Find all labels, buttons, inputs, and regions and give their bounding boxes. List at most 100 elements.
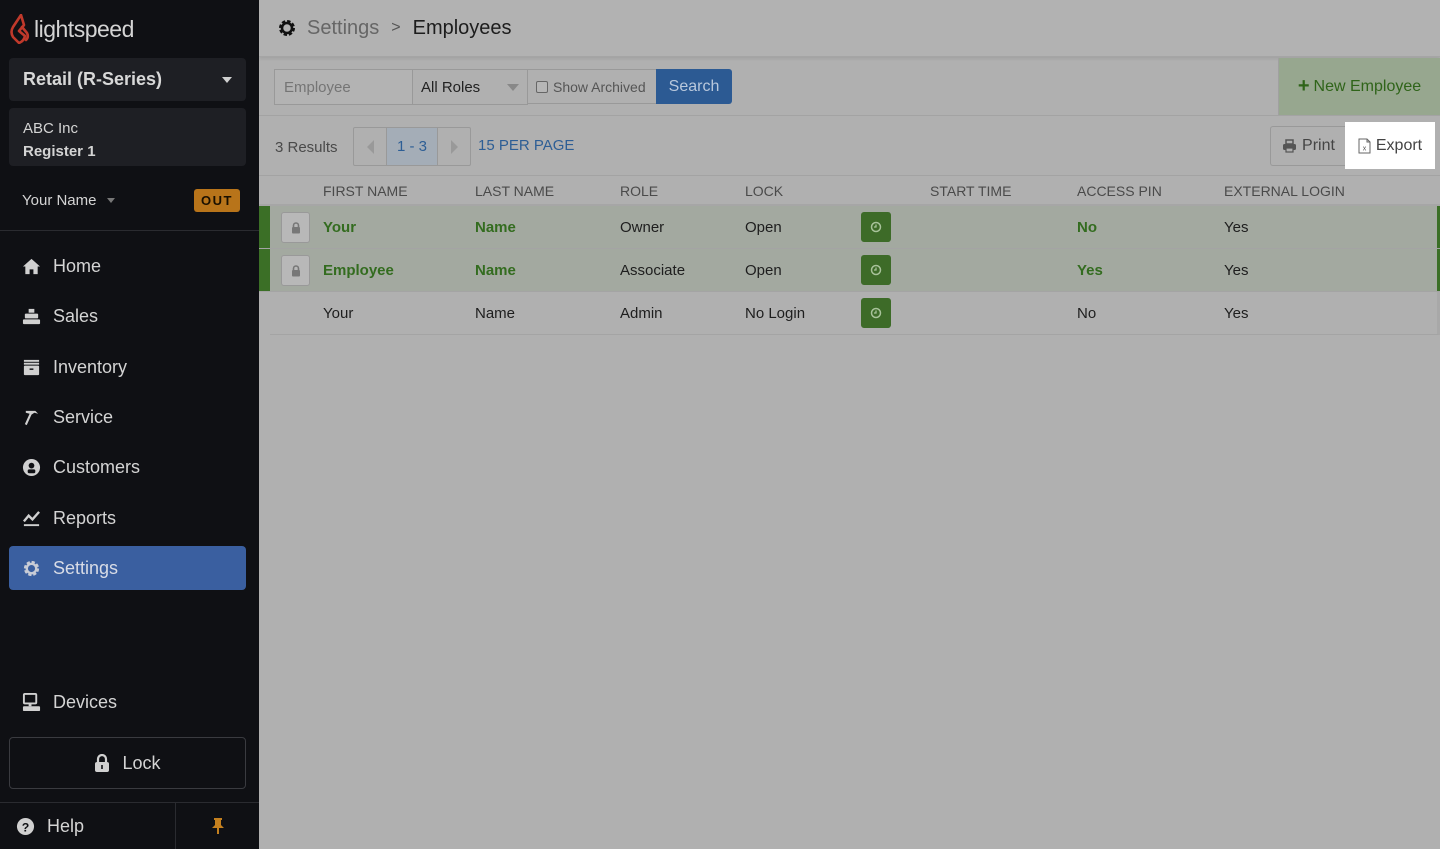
new-employee-label: New Employee (1313, 77, 1422, 95)
access-pin: Yes (1077, 261, 1103, 279)
user-menu[interactable]: Your Name (22, 192, 115, 209)
last-name: Name (475, 304, 516, 322)
nav-service[interactable]: Service (9, 395, 246, 439)
nav-label: Devices (53, 691, 118, 712)
role: Associate (620, 261, 686, 279)
lock-button[interactable]: Lock (9, 737, 246, 789)
nav-reports[interactable]: Reports (9, 496, 246, 540)
first-name: Your (323, 304, 354, 322)
lock-label: Lock (122, 752, 161, 773)
chevron-down-icon (507, 83, 519, 91)
register-name: Register 1 (23, 143, 96, 160)
nav-label: Inventory (53, 356, 128, 377)
user-row: Your Name OUT (22, 188, 240, 212)
roles-select-value: All Roles (421, 78, 481, 96)
lock-status: Open (745, 218, 782, 236)
column-last-name[interactable]: LAST NAME (475, 183, 554, 199)
per-page-link[interactable]: 15 PER PAGE (478, 137, 574, 154)
home-icon (22, 258, 41, 274)
register-icon (22, 308, 41, 324)
chevron-down-icon (222, 76, 232, 83)
show-archived-checkbox[interactable] (536, 80, 548, 93)
print-label: Print (1302, 137, 1335, 154)
lock-status: Open (745, 261, 782, 279)
table-row[interactable]: Employee Name Associate Open Yes Yes (259, 249, 1440, 292)
export-label: Export (1375, 136, 1423, 154)
clock-status-badge[interactable]: OUT (194, 188, 240, 212)
table-header: FIRST NAME LAST NAME ROLE LOCK START TIM… (259, 177, 1440, 206)
user-name: Your Name (22, 191, 97, 209)
show-archived-label: Show Archived (553, 78, 646, 95)
employee-search-input[interactable] (274, 69, 413, 105)
main-content: Settings > Employees All Roles Show Arch… (259, 0, 1440, 849)
access-pin: No (1077, 218, 1097, 236)
column-start-time[interactable]: START TIME (930, 183, 1011, 199)
logo-text: lightspeed (34, 15, 134, 42)
nav-label: Home (53, 255, 102, 276)
nav-label: Settings (53, 557, 119, 578)
roles-select[interactable]: All Roles (412, 69, 528, 105)
clock-in-button[interactable] (861, 212, 891, 242)
show-archived-toggle[interactable]: Show Archived (527, 69, 657, 104)
breadcrumb-settings[interactable]: Settings (307, 17, 379, 40)
next-page-button[interactable] (438, 128, 470, 165)
nav-settings[interactable]: Settings (9, 546, 246, 590)
column-role[interactable]: ROLE (620, 183, 658, 199)
print-button[interactable]: Print (1270, 126, 1346, 166)
store-info[interactable]: ABC Inc Register 1 (9, 108, 246, 166)
store-name: ABC Inc (23, 120, 79, 137)
table-row[interactable]: Your Name Owner Open No Yes (259, 206, 1440, 249)
table-row[interactable]: Your Name Admin No Login No Yes (270, 292, 1440, 335)
nav-customers[interactable]: Customers (9, 445, 246, 489)
plus-icon: + (1297, 75, 1310, 97)
lock-status: No Login (745, 304, 806, 322)
pin-icon (211, 818, 224, 834)
row-lock-button[interactable] (281, 255, 310, 286)
first-name[interactable]: Employee (323, 249, 394, 291)
chevron-right-icon (450, 139, 458, 154)
external-login: Yes (1224, 261, 1249, 279)
first-name[interactable]: Your (323, 206, 356, 248)
last-name[interactable]: Name (475, 206, 516, 248)
gear-icon (23, 560, 40, 576)
new-employee-button[interactable]: + New Employee (1278, 58, 1440, 115)
search-button[interactable]: Search (656, 69, 732, 104)
svg-text:?: ? (22, 820, 30, 834)
lock-icon (291, 221, 300, 233)
row-lock-button[interactable] (281, 212, 310, 243)
nav-home[interactable]: Home (9, 244, 246, 288)
nav-label: Reports (53, 507, 117, 528)
excel-file-icon: x (1358, 138, 1371, 153)
nav-sales[interactable]: Sales (9, 294, 246, 338)
lightspeed-logo[interactable]: lightspeed (10, 14, 134, 44)
last-name[interactable]: Name (475, 249, 516, 291)
column-first-name[interactable]: FIRST NAME (323, 183, 408, 199)
clock-icon (870, 307, 882, 319)
breadcrumb-separator: > (391, 19, 401, 36)
nav-devices[interactable]: Devices (9, 680, 246, 724)
product-selector[interactable]: Retail (R-Series) (9, 58, 246, 101)
product-label: Retail (R-Series) (23, 69, 163, 89)
pin-sidebar-button[interactable] (176, 803, 259, 849)
page-title: Employees (412, 16, 512, 39)
column-external-login[interactable]: EXTERNAL LOGIN (1224, 183, 1345, 199)
filter-bar: All Roles Show Archived Search + New Emp… (259, 58, 1440, 116)
nav-label: Customers (53, 456, 141, 477)
clock-icon (870, 264, 882, 276)
printer-icon (1283, 139, 1297, 153)
flame-logo-icon (10, 14, 30, 44)
export-button[interactable]: x Export (1345, 122, 1435, 169)
nav-label: Sales (53, 305, 99, 326)
column-access-pin[interactable]: ACCESS PIN (1077, 183, 1162, 199)
clock-in-button[interactable] (861, 298, 891, 328)
external-login: Yes (1224, 304, 1249, 322)
chart-icon (22, 510, 40, 526)
help-button[interactable]: ? Help (0, 803, 176, 849)
devices-icon (22, 692, 41, 711)
prev-page-button[interactable] (354, 128, 386, 165)
column-lock[interactable]: LOCK (745, 183, 783, 199)
access-pin: No (1077, 304, 1097, 322)
clock-in-button[interactable] (861, 255, 891, 285)
hammer-icon (24, 410, 39, 425)
nav-inventory[interactable]: Inventory (9, 345, 246, 389)
